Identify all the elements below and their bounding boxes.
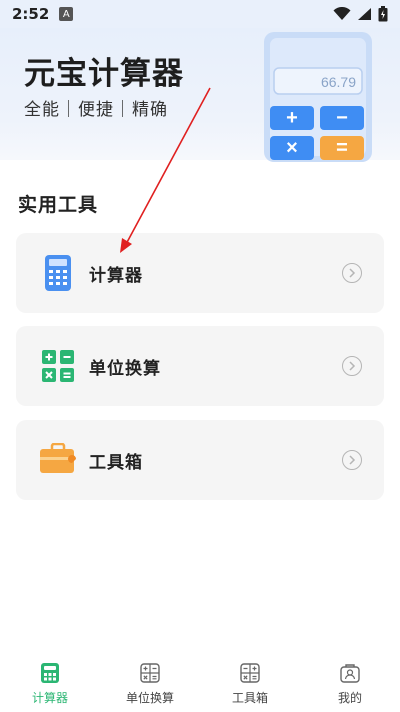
- tool-card-toolbox[interactable]: 工具箱: [16, 420, 384, 500]
- tool-card-calculator[interactable]: 计算器: [16, 233, 384, 313]
- tab-calculator[interactable]: 计算器: [0, 650, 100, 712]
- tab-unit-convert[interactable]: 单位换算: [100, 650, 200, 712]
- status-time: 2:52: [12, 5, 50, 23]
- tab-label-toolbox: 工具箱: [231, 691, 268, 705]
- bottom-tab-bar: 计算器 单位换算 工具箱 我的: [0, 650, 400, 712]
- tab-toolbox[interactable]: 工具箱: [200, 650, 300, 712]
- notification-icon: A: [59, 7, 74, 21]
- profile-icon: [339, 662, 361, 684]
- battery-icon: [378, 6, 388, 22]
- status-indicators: [333, 6, 388, 22]
- calculator-illustration: 66.79 + − × =: [264, 32, 372, 162]
- key-multiply: ×: [286, 137, 298, 159]
- wifi-icon: [333, 7, 351, 20]
- calculator-icon: [39, 662, 61, 684]
- tab-label-calculator: 计算器: [31, 691, 68, 705]
- tab-label-unit-convert: 单位换算: [125, 691, 174, 705]
- calculator-display-value: 66.79: [321, 74, 356, 90]
- chevron-right-icon: [342, 356, 362, 376]
- chevron-right-icon: [342, 263, 362, 283]
- unit-convert-icon: [38, 346, 78, 386]
- section-title: 实用工具: [18, 194, 99, 216]
- tool-label-toolbox: 工具箱: [89, 453, 143, 473]
- key-plus: +: [286, 107, 298, 129]
- signal-icon: [358, 8, 371, 20]
- tool-label-unit-convert: 单位换算: [89, 359, 161, 379]
- chevron-right-icon: [342, 450, 362, 470]
- toolbox-icon: [239, 662, 261, 684]
- toolbox-icon: [38, 440, 78, 480]
- status-bar: 2:52 A: [0, 0, 400, 28]
- tool-card-unit-convert[interactable]: 单位换算: [16, 326, 384, 406]
- key-equals: =: [336, 137, 348, 159]
- app-title: 元宝计算器: [24, 56, 184, 92]
- tab-label-profile: 我的: [337, 691, 362, 705]
- calculator-icon: [38, 253, 78, 293]
- tab-profile[interactable]: 我的: [300, 650, 400, 712]
- key-minus: −: [336, 107, 348, 129]
- app-tagline: 全能｜便捷｜精确: [24, 100, 168, 120]
- tool-label-calculator: 计算器: [89, 266, 143, 286]
- unit-convert-icon: [139, 662, 161, 684]
